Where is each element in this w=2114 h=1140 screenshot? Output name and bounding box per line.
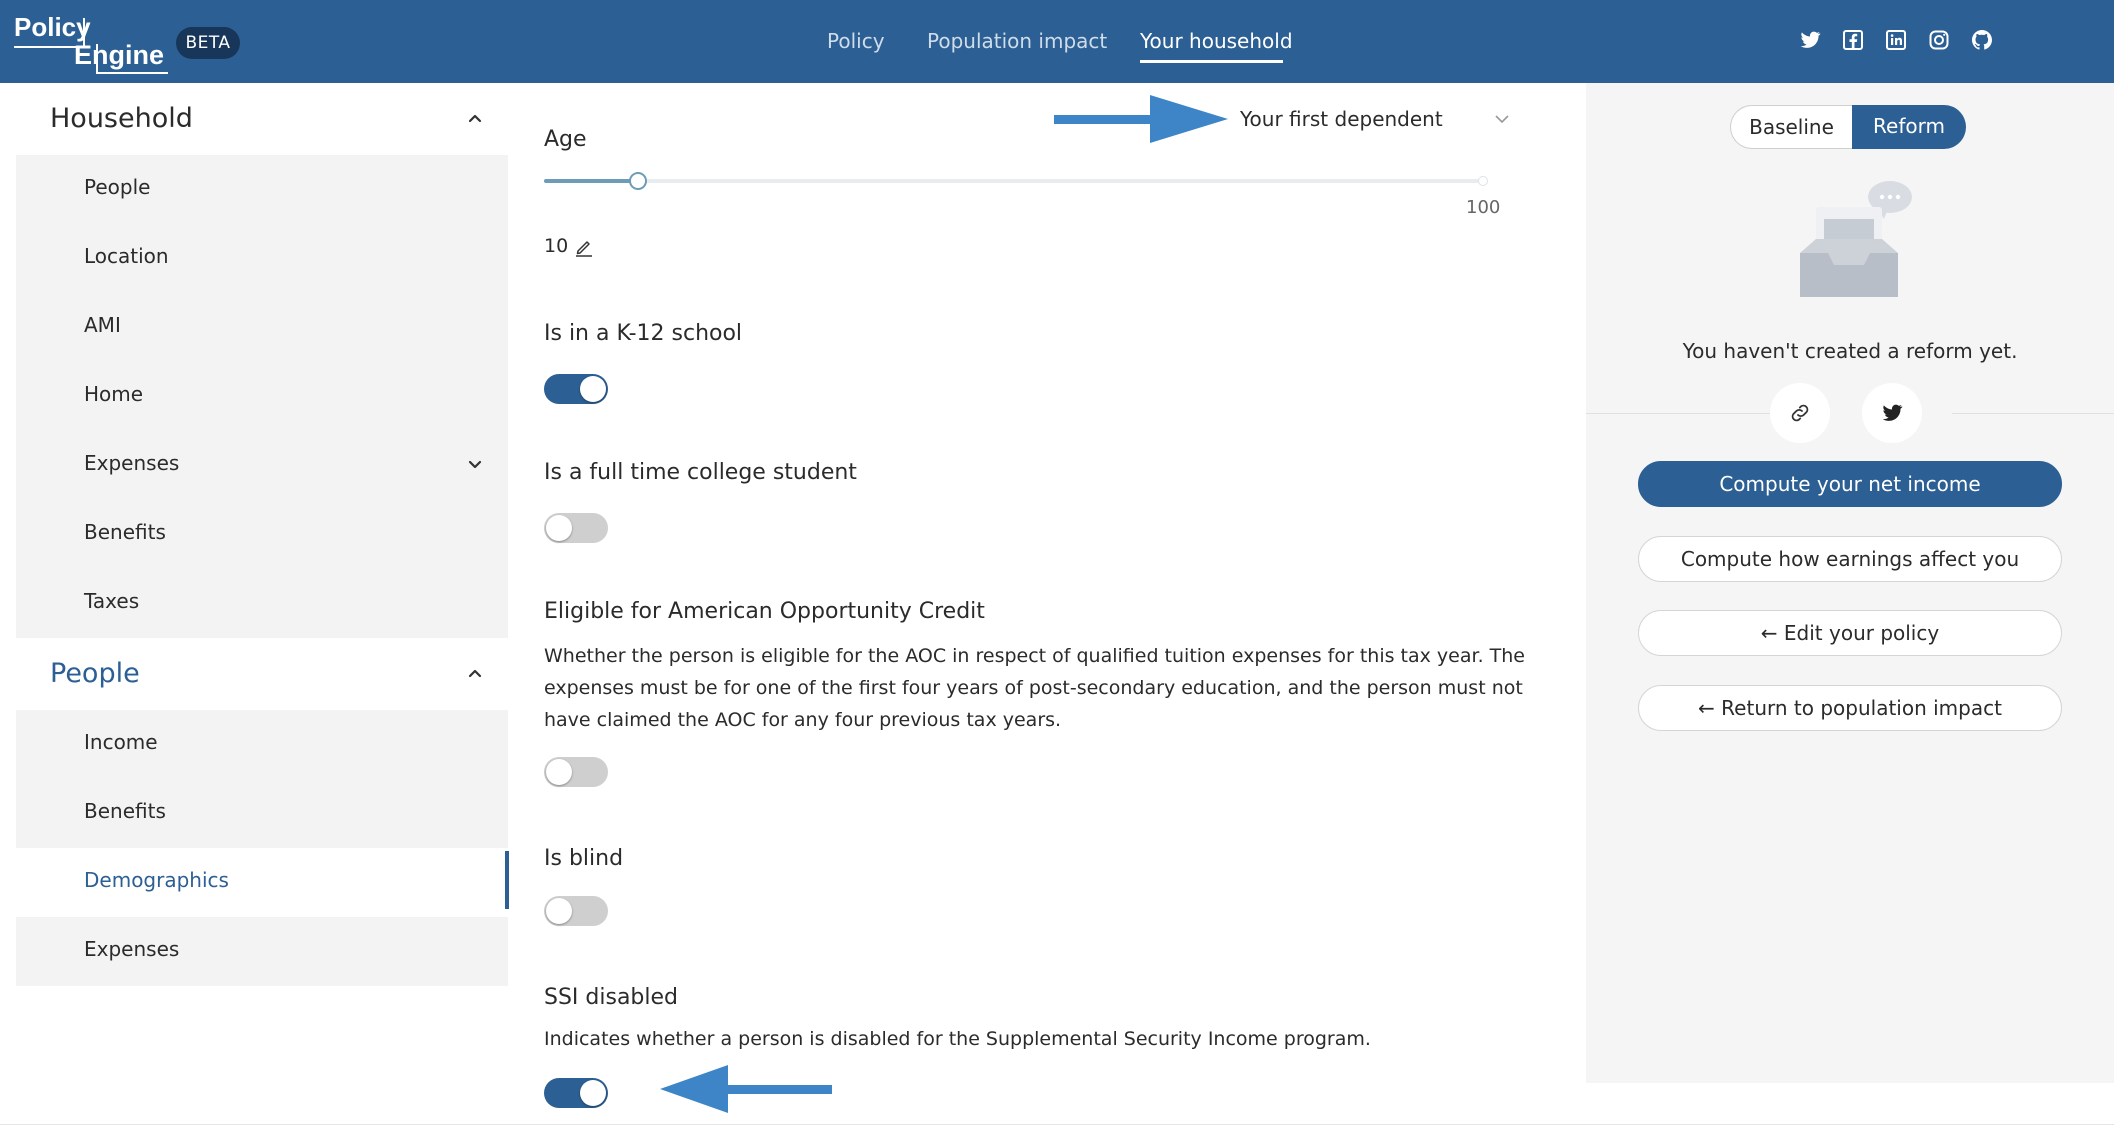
blind-toggle[interactable] (544, 896, 608, 926)
k12-school-toggle[interactable] (544, 374, 608, 404)
active-nav-underline (1140, 60, 1283, 63)
pencil-icon[interactable] (574, 237, 594, 257)
field-label: Is a full time college student (544, 460, 857, 485)
divider (1586, 413, 1770, 414)
twitter-icon[interactable] (1798, 28, 1822, 52)
chevron-up-icon[interactable] (466, 665, 484, 683)
compute-earnings-button[interactable]: Compute how earnings affect you (1638, 536, 2062, 582)
sidebar-people-list: Income Benefits Demographics Expenses (16, 710, 508, 986)
divider (1952, 413, 2114, 414)
field-description: Indicates whether a person is disabled f… (544, 1028, 1371, 1050)
chevron-down-icon[interactable] (466, 455, 484, 473)
age-slider-max: 100 (1466, 197, 1501, 218)
sidebar-household-list: People Location AMI Home Expenses Benefi… (16, 155, 508, 638)
sidebar-item-benefits[interactable]: Benefits (16, 500, 508, 569)
sidebar-section-people[interactable]: People (0, 638, 508, 710)
right-panel: Baseline Reform You haven't created a re… (1586, 83, 2114, 1083)
link-icon (1791, 404, 1809, 422)
arrow-left-icon: ← (1760, 621, 1784, 645)
sidebar-item-label: Expenses (84, 937, 180, 961)
sidebar-item-label: Expenses (84, 451, 180, 475)
sidebar-item-label: Demographics (84, 868, 229, 892)
baseline-toggle[interactable]: Baseline (1730, 105, 1852, 149)
college-student-toggle[interactable] (544, 513, 608, 543)
copy-link-button[interactable] (1770, 383, 1830, 443)
github-icon[interactable] (1970, 28, 1994, 52)
field-label: Is in a K-12 school (544, 321, 743, 346)
sidebar-item-ami[interactable]: AMI (16, 293, 508, 362)
empty-inbox-icon (1800, 181, 1912, 297)
field-label: Eligible for American Opportunity Credit (544, 599, 985, 624)
ssi-disabled-toggle[interactable] (544, 1078, 608, 1108)
arrow-left-icon: ← (1698, 696, 1722, 720)
sidebar-item-label: Taxes (84, 589, 140, 613)
beta-badge: BETA (176, 27, 240, 59)
linkedin-icon[interactable] (1884, 28, 1908, 52)
sidebar-item-label: Home (84, 382, 144, 406)
edit-policy-button[interactable]: ← Edit your policy (1638, 610, 2062, 656)
field-description: Whether the person is eligible for the A… (544, 645, 1525, 731)
sidebar-item-taxes[interactable]: Taxes (16, 569, 508, 638)
sidebar-item-label: People (84, 175, 151, 199)
chevron-down-icon[interactable] (1494, 113, 1510, 125)
logo-rule (96, 72, 168, 74)
sidebar-item-label: Location (84, 244, 169, 268)
person-selector[interactable]: Your first dependent (1240, 107, 1443, 131)
section-title: Household (50, 103, 193, 134)
sidebar-item-label: Income (84, 730, 158, 754)
sidebar-item-expenses[interactable]: Expenses (16, 917, 508, 986)
button-label: Return to population impact (1721, 696, 2002, 720)
facebook-icon[interactable] (1841, 28, 1865, 52)
field-label: SSI disabled (544, 985, 679, 1010)
top-header: Policy Engine BETA Policy Population imp… (0, 0, 2114, 83)
button-label: Edit your policy (1783, 621, 1940, 645)
nav-policy[interactable]: Policy (827, 0, 885, 83)
age-label: Age (544, 127, 587, 152)
share-twitter-button[interactable] (1862, 383, 1922, 443)
logo-text-policy: Policy (14, 12, 91, 42)
logo-rule (14, 46, 85, 48)
section-title: People (50, 658, 140, 689)
sidebar-item-home[interactable]: Home (16, 362, 508, 431)
sidebar-section-household[interactable]: Household (0, 83, 508, 155)
field-label: Is blind (544, 846, 624, 871)
chevron-up-icon[interactable] (466, 110, 484, 128)
sidebar-item-benefits[interactable]: Benefits (16, 779, 508, 848)
left-sidebar: Household People Location AMI Home Expen… (0, 83, 509, 1083)
age-slider-fill (544, 179, 638, 183)
sidebar-item-label: Benefits (84, 520, 166, 544)
age-slider-track[interactable] (544, 179, 1484, 183)
toggle-knob (580, 376, 606, 402)
aoc-eligible-toggle[interactable] (544, 757, 608, 787)
sidebar-item-label: Benefits (84, 799, 166, 823)
nav-your-household[interactable]: Your household (1140, 0, 1293, 83)
sidebar-item-demographics[interactable]: Demographics (16, 848, 508, 917)
empty-reform-message: You haven't created a reform yet. (1682, 339, 2018, 363)
twitter-icon (1882, 404, 1903, 421)
compute-net-income-button[interactable]: Compute your net income (1638, 461, 2062, 507)
age-slider-end (1478, 176, 1488, 186)
main-content: Your first dependent Age 100 10 Is in a … (508, 83, 1586, 1113)
sidebar-item-expenses[interactable]: Expenses (16, 431, 508, 500)
toggle-knob (580, 1080, 606, 1106)
toggle-knob (546, 759, 572, 785)
toggle-knob (546, 515, 572, 541)
reform-toggle[interactable]: Reform (1852, 105, 1966, 149)
bottom-divider (0, 1124, 2114, 1125)
sidebar-item-label: AMI (84, 313, 121, 337)
sidebar-item-income[interactable]: Income (16, 710, 508, 779)
age-value: 10 (544, 235, 569, 257)
toggle-knob (546, 898, 572, 924)
age-slider-thumb[interactable] (629, 172, 647, 190)
logo-rule (83, 18, 85, 48)
logo-rule (96, 44, 98, 74)
return-population-impact-button[interactable]: ← Return to population impact (1638, 685, 2062, 731)
sidebar-item-location[interactable]: Location (16, 224, 508, 293)
nav-population-impact[interactable]: Population impact (927, 0, 1107, 83)
annotation-arrow-left-icon (660, 1065, 832, 1113)
annotation-arrow-right-icon (1054, 95, 1228, 143)
sidebar-item-people[interactable]: People (16, 155, 508, 224)
logo-text-engine: Engine (74, 40, 165, 70)
instagram-icon[interactable] (1927, 28, 1951, 52)
